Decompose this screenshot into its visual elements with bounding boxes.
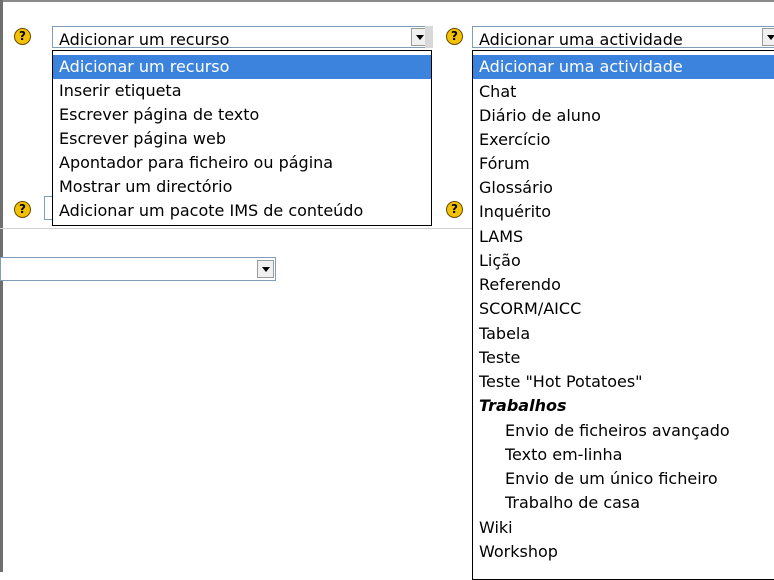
activity-option[interactable]: Chat [473,80,774,104]
activity-option[interactable]: Teste "Hot Potatoes" [473,370,774,394]
resource-option[interactable]: Inserir etiqueta [53,79,431,103]
add-resource-select-value: Adicionar um recurso [59,30,230,49]
activity-option[interactable]: Tabela [473,322,774,346]
activity-option[interactable]: Exercício [473,128,774,152]
hidden-select-edge [44,196,52,220]
resource-option[interactable]: Mostrar um directório [53,175,431,199]
activity-option[interactable]: Teste [473,346,774,370]
activity-option[interactable]: Envio de ficheiros avançado [473,419,774,443]
activity-group-label: Trabalhos [479,396,567,415]
section-divider [0,228,472,229]
activity-option[interactable]: Inquérito [473,200,774,224]
resource-option[interactable]: Escrever página web [53,127,431,151]
activity-option[interactable]: Glossário [473,176,774,200]
activity-option[interactable]: LAMS [473,225,774,249]
add-resource-dropdown: Adicionar um recurso Inserir etiqueta Es… [52,50,432,226]
help-icon[interactable]: ? [14,201,31,218]
window-left-border [0,0,3,572]
activity-option[interactable]: SCORM/AICC [473,297,774,321]
activity-option[interactable]: Lição [473,249,774,273]
activity-option[interactable]: Trabalho de casa [473,491,774,515]
activity-option[interactable]: Diário de aluno [473,104,774,128]
help-icon[interactable]: ? [14,28,31,45]
activity-option[interactable]: Wiki [473,516,774,540]
activity-option[interactable]: Referendo [473,273,774,297]
add-activity-select[interactable]: Adicionar uma actividade [472,26,774,49]
chevron-down-icon[interactable] [762,28,774,46]
add-activity-select-value: Adicionar uma actividade [479,30,683,49]
activity-option[interactable]: Adicionar uma actividade [473,55,774,79]
add-resource-select[interactable]: Adicionar um recurso [52,26,430,49]
resource-option[interactable]: Adicionar um recurso [53,55,431,79]
help-icon[interactable]: ? [446,201,463,218]
resource-option[interactable]: Escrever página de texto [53,103,431,127]
activity-option[interactable]: Envio de um único ficheiro [473,467,774,491]
select-edge [425,26,433,48]
resource-option[interactable]: Apontador para ficheiro ou página [53,151,431,175]
add-activity-dropdown: Adicionar uma actividade Chat Diário de … [472,50,774,580]
resource-option[interactable]: Adicionar um pacote IMS de conteúdo [53,199,431,223]
activity-option[interactable]: Fórum [473,152,774,176]
activity-option[interactable]: Workshop [473,540,774,564]
activity-option[interactable]: Texto em-linha [473,443,774,467]
chevron-down-icon[interactable] [257,260,274,278]
partial-select[interactable] [0,257,276,281]
help-icon[interactable]: ? [446,28,463,45]
window-top-border [0,0,774,2]
